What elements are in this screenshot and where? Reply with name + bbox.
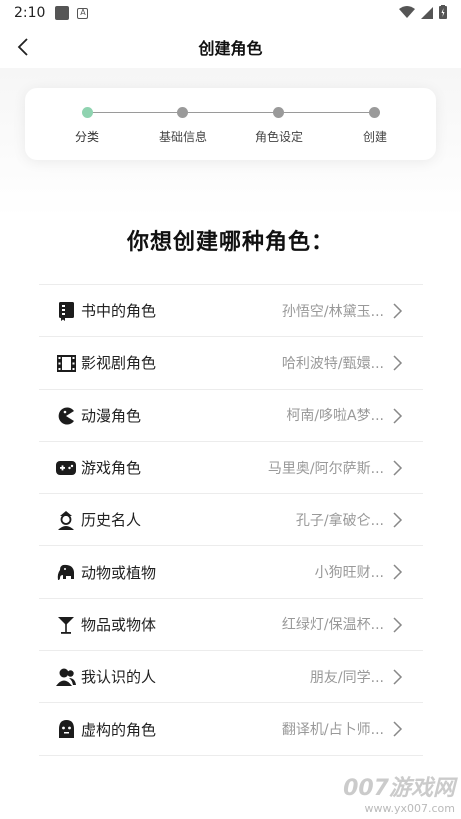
chevron-right-icon [393,303,403,319]
step-dot-role-setting [273,107,284,118]
step-label-role-setting: 角色设定 [254,130,304,144]
step-connector [284,112,369,113]
chevron-right-icon [393,460,403,476]
app-header: 创建角色 [0,26,461,68]
pacman-icon [56,406,76,426]
chevron-right-icon [393,564,403,581]
chevron-right-icon [393,669,403,685]
step-connector [93,112,177,113]
category-label: 书中的角色 [81,302,157,321]
notification-icon [55,6,70,20]
category-examples: 孔子/拿破仑... [295,512,384,529]
chevron-right-icon [393,408,403,424]
category-label: 我认识的人 [81,668,157,687]
step-connector [188,112,273,113]
watermark-url: www.yx007.com [364,802,455,815]
category-label: 影视剧角色 [81,354,157,373]
category-label: 物品或物体 [81,615,157,634]
category-list: 书中的角色 孙悟空/林黛玉... 影视剧角色 哈利波特/甄嬛... 动漫角色 柯… [39,284,423,756]
category-item-film[interactable]: 影视剧角色 哈利波特/甄嬛... [39,337,423,390]
category-item-fictional[interactable]: 虚构的角色 翻译机/占卜师... [39,703,423,756]
signal-icon [421,6,433,19]
category-item-game[interactable]: 游戏角色 马里奥/阿尔萨斯... [39,442,423,495]
category-item-acquaintance[interactable]: 我认识的人 朋友/同学... [39,651,423,704]
step-dot-basic-info [177,107,188,118]
category-label: 游戏角色 [81,459,142,478]
ghost-icon [56,719,76,739]
question-heading: 你想创建哪种角色： [126,230,334,255]
app-notification-icon: A [77,7,89,19]
elephant-icon [56,562,76,582]
step-label-basic-info: 基础信息 [158,130,208,144]
category-item-book[interactable]: 书中的角色 孙悟空/林黛玉... [39,285,423,338]
back-button[interactable] [10,34,36,60]
watermark-main: 007游戏网 [343,776,455,801]
cocktail-glass-icon [56,615,76,635]
category-examples: 朋友/同学... [309,669,384,686]
category-examples: 马里奥/阿尔萨斯... [267,460,384,477]
progress-stepper: 分类 基础信息 角色设定 创建 [25,88,436,160]
category-item-anime[interactable]: 动漫角色 柯南/哆啦A梦... [39,390,423,442]
chevron-right-icon [393,721,403,737]
wifi-icon [399,5,415,18]
battery-icon [439,5,447,19]
category-examples: 小狗旺财... [314,565,384,582]
chevron-right-icon [393,617,403,633]
category-label: 虚构的角色 [81,720,157,739]
category-item-animal-plant[interactable]: 动物或植物 小狗旺财... [39,546,423,599]
historical-figure-icon [56,510,76,530]
category-examples: 孙悟空/林黛玉... [281,303,384,320]
category-label: 历史名人 [81,511,142,530]
back-arrow-icon [17,38,28,56]
step-dot-category [82,107,93,118]
category-label: 动漫角色 [81,406,142,425]
category-examples: 哈利波特/甄嬛... [281,355,384,372]
people-icon [56,667,76,687]
step-label-category: 分类 [74,130,100,144]
step-dot-create [369,107,380,118]
status-time: 2:10 [14,5,46,21]
category-examples: 柯南/哆啦A梦... [286,408,384,425]
category-label: 动物或植物 [81,563,157,582]
gamepad-icon [56,458,76,478]
category-item-history[interactable]: 历史名人 孔子/拿破仑... [39,494,423,547]
step-label-create: 创建 [362,130,388,144]
chevron-right-icon [393,512,403,528]
watermark: 007游戏网 www.yx007.com [343,770,455,815]
status-bar: 2:10 A [0,0,461,26]
chevron-right-icon [393,355,403,371]
page-title: 创建角色 [198,39,263,58]
category-examples: 翻译机/占卜师... [281,722,384,739]
film-icon [56,353,76,373]
category-item-object[interactable]: 物品或物体 红绿灯/保温杯... [39,599,423,652]
book-icon [56,301,76,321]
category-examples: 红绿灯/保温杯... [281,617,384,634]
status-icons [399,5,447,19]
